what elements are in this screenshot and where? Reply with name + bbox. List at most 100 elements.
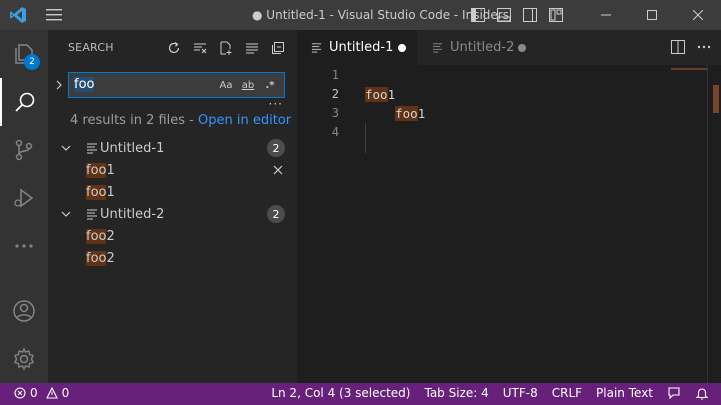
match-highlight: foo: [86, 162, 107, 178]
result-count-badge: 2: [267, 139, 285, 157]
explorer-badge: 2: [24, 54, 40, 70]
editor-area: Untitled-1 Untitled-2 1 2 3 4 foo1 foo1: [297, 30, 721, 383]
match-highlight: foo: [86, 228, 107, 244]
match-whole-word-toggle[interactable]: ab: [238, 76, 258, 94]
title-bar: ● Untitled-1 - Visual Studio Code - Insi…: [0, 0, 721, 30]
indent-guide: [365, 123, 366, 153]
search-input[interactable]: foo Aa ab .*: [68, 72, 285, 98]
source-control-icon[interactable]: [0, 126, 48, 174]
match-whole-word-label: ab: [241, 79, 255, 91]
tab-size[interactable]: Tab Size: 4: [424, 386, 488, 400]
warning-icon: [45, 387, 58, 399]
code-line: foo1: [365, 106, 425, 121]
notifications-bell-icon[interactable]: [695, 386, 709, 400]
problems-indicator[interactable]: 0 0: [14, 386, 69, 400]
refresh-icon[interactable]: [161, 38, 187, 58]
chevron-down-icon: [61, 145, 71, 151]
maximize-icon[interactable]: [629, 0, 675, 30]
result-match-row[interactable]: foo2: [48, 247, 297, 269]
warning-count: 0: [61, 386, 70, 400]
explorer-icon[interactable]: 2: [0, 30, 48, 78]
activity-bar: 2: [0, 30, 48, 383]
code-text: 1: [387, 87, 396, 102]
code-line: foo1: [365, 87, 395, 102]
result-match-row[interactable]: foo1: [48, 159, 297, 181]
toggle-panel-icon[interactable]: [491, 0, 517, 30]
search-sidebar: SEARCH foo Aa ab .* ··· 4 results in 2 f…: [48, 30, 297, 383]
editor-scrollbar[interactable]: [707, 65, 721, 383]
result-count-badge: 2: [267, 205, 285, 223]
toggle-primary-sidebar-icon[interactable]: [465, 0, 491, 30]
encoding[interactable]: UTF-8: [503, 386, 538, 400]
file-text-icon: [87, 209, 97, 220]
cursor-position[interactable]: Ln 2, Col 4 (3 selected): [271, 386, 410, 400]
line-number: 4: [331, 125, 339, 139]
unsaved-dot-icon[interactable]: [518, 44, 526, 52]
match-highlight: foo: [86, 184, 107, 200]
feedback-icon[interactable]: [667, 386, 681, 400]
code-text: 1: [417, 106, 426, 121]
line-number: 3: [331, 106, 339, 120]
search-input-value[interactable]: foo: [74, 77, 95, 92]
match-text: foo1: [86, 162, 115, 178]
run-debug-icon[interactable]: [0, 174, 48, 222]
minimize-icon[interactable]: [583, 0, 629, 30]
manage-gear-icon[interactable]: [0, 335, 48, 383]
code-match-highlight: foo: [365, 87, 388, 102]
match-text: foo2: [86, 228, 115, 244]
more-actions-icon[interactable]: [695, 38, 713, 56]
unsaved-dot-icon[interactable]: [398, 44, 406, 52]
view-as-list-icon[interactable]: [239, 38, 265, 58]
toggle-replace-chevron-icon[interactable]: [52, 77, 66, 93]
clear-results-icon[interactable]: [187, 38, 213, 58]
status-bar: 0 0 Ln 2, Col 4 (3 selected) Tab Size: 4…: [0, 383, 721, 405]
open-in-editor-link[interactable]: Open in editor: [198, 113, 291, 128]
result-file-name: Untitled-1: [100, 140, 165, 156]
collapse-all-icon[interactable]: [265, 38, 291, 58]
search-icon[interactable]: [0, 78, 48, 126]
match-case-toggle[interactable]: Aa: [216, 76, 236, 94]
code-match-highlight: foo: [395, 106, 418, 121]
file-text-icon: [311, 43, 322, 53]
minimap-match-marker: [671, 68, 707, 70]
result-file-name: Untitled-2: [100, 206, 165, 222]
tab-untitled-1[interactable]: Untitled-1: [297, 30, 417, 65]
toggle-secondary-sidebar-icon[interactable]: [517, 0, 543, 30]
file-text-icon: [87, 143, 97, 154]
customize-layout-icon[interactable]: [543, 0, 569, 30]
accounts-icon[interactable]: [0, 287, 48, 335]
editor-tabs: Untitled-1 Untitled-2: [297, 30, 721, 65]
match-suffix: 2: [106, 250, 115, 266]
match-suffix: 1: [106, 184, 115, 200]
match-suffix: 2: [106, 228, 115, 244]
line-number: 2: [331, 87, 339, 101]
language-mode[interactable]: Plain Text: [596, 386, 653, 400]
new-search-editor-icon[interactable]: [213, 38, 239, 58]
toggle-search-details-icon[interactable]: ···: [269, 97, 283, 111]
line-number: 1: [331, 68, 339, 82]
split-editor-icon[interactable]: [669, 38, 687, 56]
match-suffix: 1: [106, 162, 115, 178]
file-text-icon: [432, 43, 443, 53]
result-file-row[interactable]: Untitled-1 2: [48, 137, 297, 159]
menu-hamburger-icon[interactable]: [36, 0, 72, 30]
use-regex-toggle[interactable]: .*: [260, 76, 280, 94]
result-match-row[interactable]: foo2: [48, 225, 297, 247]
more-icon[interactable]: [0, 222, 48, 270]
results-message: 4 results in 2 files - Open in editor: [70, 113, 291, 128]
match-text: foo2: [86, 250, 115, 266]
error-icon: [14, 387, 26, 399]
tab-label: Untitled-1: [329, 40, 394, 55]
overview-ruler-match-marker: [713, 85, 719, 113]
results-count-text: 4 results in 2 files -: [70, 113, 199, 128]
end-of-line[interactable]: CRLF: [552, 386, 582, 400]
result-file-row[interactable]: Untitled-2 2: [48, 203, 297, 225]
dismiss-result-icon[interactable]: [271, 163, 285, 177]
sidebar-title: SEARCH: [68, 41, 114, 54]
error-count: 0: [30, 386, 38, 400]
close-window-icon[interactable]: [675, 0, 721, 30]
vscode-logo-icon: [0, 0, 36, 30]
result-match-row[interactable]: foo1: [48, 181, 297, 203]
tab-untitled-2[interactable]: Untitled-2: [418, 30, 538, 65]
